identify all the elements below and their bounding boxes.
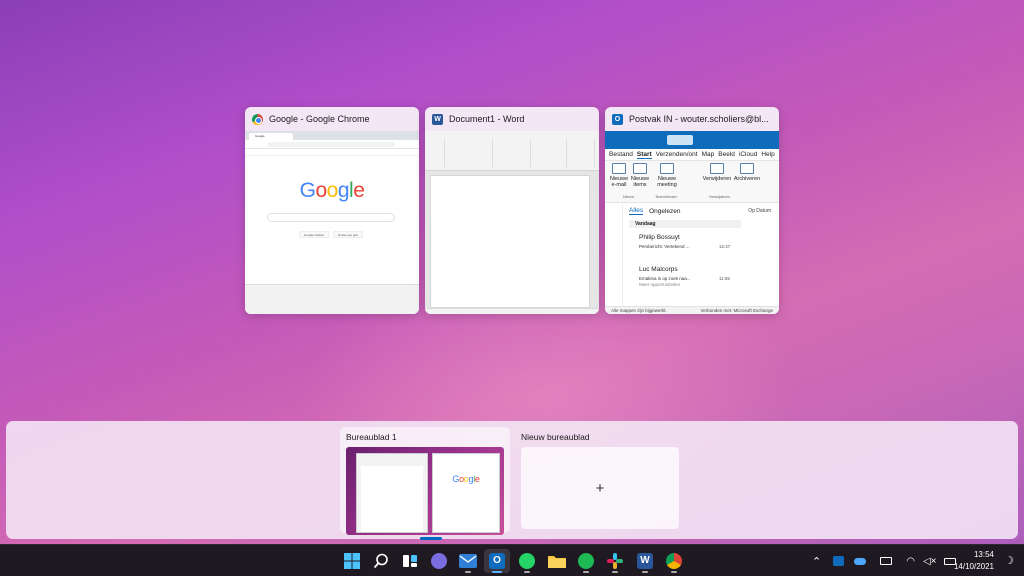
window-title: Document1 - Word	[449, 114, 525, 124]
window-title-bar: O Postvak IN - wouter.scholiers@bl...	[605, 107, 779, 131]
new-email-icon	[612, 163, 626, 174]
window-title-bar: W Document1 - Word	[425, 107, 599, 131]
word-ribbon	[425, 131, 599, 171]
search-icon	[373, 553, 388, 569]
wifi-icon[interactable]: ◠	[906, 556, 915, 567]
file-explorer-button[interactable]	[544, 549, 570, 573]
word-icon: W	[637, 553, 653, 569]
outlook-tray-icon[interactable]	[833, 556, 845, 566]
outlook-icon: O	[489, 553, 505, 569]
taskbar: O W ⌃ ◠ ◁× 13:54 14/10/2021 ☽	[0, 544, 1024, 576]
window-thumbnail: Google Google Google zoeken Ik doe een g…	[245, 131, 419, 314]
whatsapp-icon	[519, 553, 535, 569]
outlook-icon: O	[612, 113, 623, 125]
window-title: Google - Google Chrome	[269, 114, 370, 124]
mail-item: Philip Bossuyt Persbericht: Vertekend ..…	[639, 234, 731, 249]
window-thumbnail	[425, 131, 599, 314]
clock-time: 13:54	[973, 550, 994, 559]
active-desktop-indicator	[420, 537, 442, 540]
new-desktop-label[interactable]: Nieuw bureaublad	[521, 432, 590, 442]
outlook-nav-rail	[605, 203, 623, 309]
volume-muted-icon[interactable]: ◁×	[923, 556, 937, 567]
spotify-icon	[578, 553, 594, 569]
slack-icon	[607, 553, 623, 569]
word-icon: W	[432, 113, 443, 125]
spotify-button[interactable]	[573, 549, 599, 573]
delete-icon	[710, 163, 724, 174]
slack-button[interactable]	[602, 549, 628, 573]
mail-button[interactable]	[455, 549, 481, 573]
keyboard-icon[interactable]	[880, 557, 893, 565]
task-view-icon	[403, 555, 417, 567]
desktop-label[interactable]: Bureaublad 1	[346, 432, 397, 442]
outlook-mail-list: Alles Ongelezen Op Datum Vandaag Philip …	[629, 205, 775, 309]
chrome-taskbar-button[interactable]	[661, 549, 687, 573]
word-taskbar-button[interactable]: W	[632, 549, 658, 573]
moon-icon[interactable]: ☽	[1004, 554, 1014, 567]
onedrive-icon[interactable]	[854, 557, 867, 565]
task-view-button[interactable]	[397, 549, 423, 573]
new-desktop[interactable]: Nieuw bureaublad +	[515, 427, 685, 533]
new-items-icon	[633, 163, 647, 174]
window-thumbnail: Bestand Start Verzenden/ont Map Beeld iC…	[605, 131, 779, 314]
google-search-box	[267, 213, 395, 222]
desktop-thumbnail[interactable]: Google	[346, 447, 504, 535]
show-hidden-icons-chevron-icon[interactable]: ⌃	[812, 555, 821, 568]
google-search-button: Google zoeken	[299, 231, 329, 238]
google-footer	[245, 284, 419, 314]
chrome-icon	[666, 553, 682, 569]
start-button[interactable]	[339, 549, 365, 573]
plus-icon: +	[595, 479, 605, 497]
google-lucky-button: Ik doe een gok	[333, 231, 363, 238]
word-document-page	[430, 175, 590, 308]
search-button[interactable]	[368, 549, 394, 573]
google-logo: Google	[299, 179, 365, 202]
window-title-bar: Google - Google Chrome	[245, 107, 419, 131]
outlook-taskbar-button[interactable]: O	[484, 549, 510, 573]
clock-date: 14/10/2021	[953, 562, 994, 571]
teams-chat-button[interactable]	[426, 549, 452, 573]
word-status-bar	[425, 308, 599, 314]
mail-item: Luc Malcorps Emakina is op zoek naa... M…	[639, 266, 730, 287]
outlook-menu: Bestand Start Verzenden/ont Map Beeld iC…	[605, 149, 779, 161]
clock[interactable]: 13:54 14/10/2021	[954, 549, 994, 573]
outlook-ribbon: Nieuwe e-mail Nieuwe items Nieuwe meetin…	[605, 161, 779, 203]
chat-icon	[431, 553, 447, 569]
system-tray: ⌃ ◠ ◁×	[812, 545, 957, 576]
whatsapp-button[interactable]	[514, 549, 540, 573]
new-desktop-button[interactable]: +	[521, 447, 679, 529]
mail-icon	[459, 554, 477, 568]
window-card-chrome[interactable]: Google - Google Chrome Google Google Goo…	[245, 107, 419, 314]
window-title: Postvak IN - wouter.scholiers@bl...	[629, 114, 769, 124]
new-meeting-icon	[660, 163, 674, 174]
window-card-word[interactable]: W Document1 - Word	[425, 107, 599, 314]
archive-icon	[740, 163, 754, 174]
desktop-1[interactable]: Bureaublad 1 Google	[340, 427, 510, 540]
search-icon	[667, 135, 693, 145]
window-card-outlook[interactable]: O Postvak IN - wouter.scholiers@bl... Be…	[605, 107, 779, 314]
windows-logo-icon	[344, 553, 360, 569]
chrome-icon	[252, 113, 263, 125]
outlook-status-bar: Alle mappen zijn bijgewerkt. Verbonden m…	[605, 306, 779, 314]
virtual-desktops-bar: Bureaublad 1 Google Nieuw bureaublad +	[6, 421, 1018, 540]
folder-icon	[548, 556, 566, 568]
